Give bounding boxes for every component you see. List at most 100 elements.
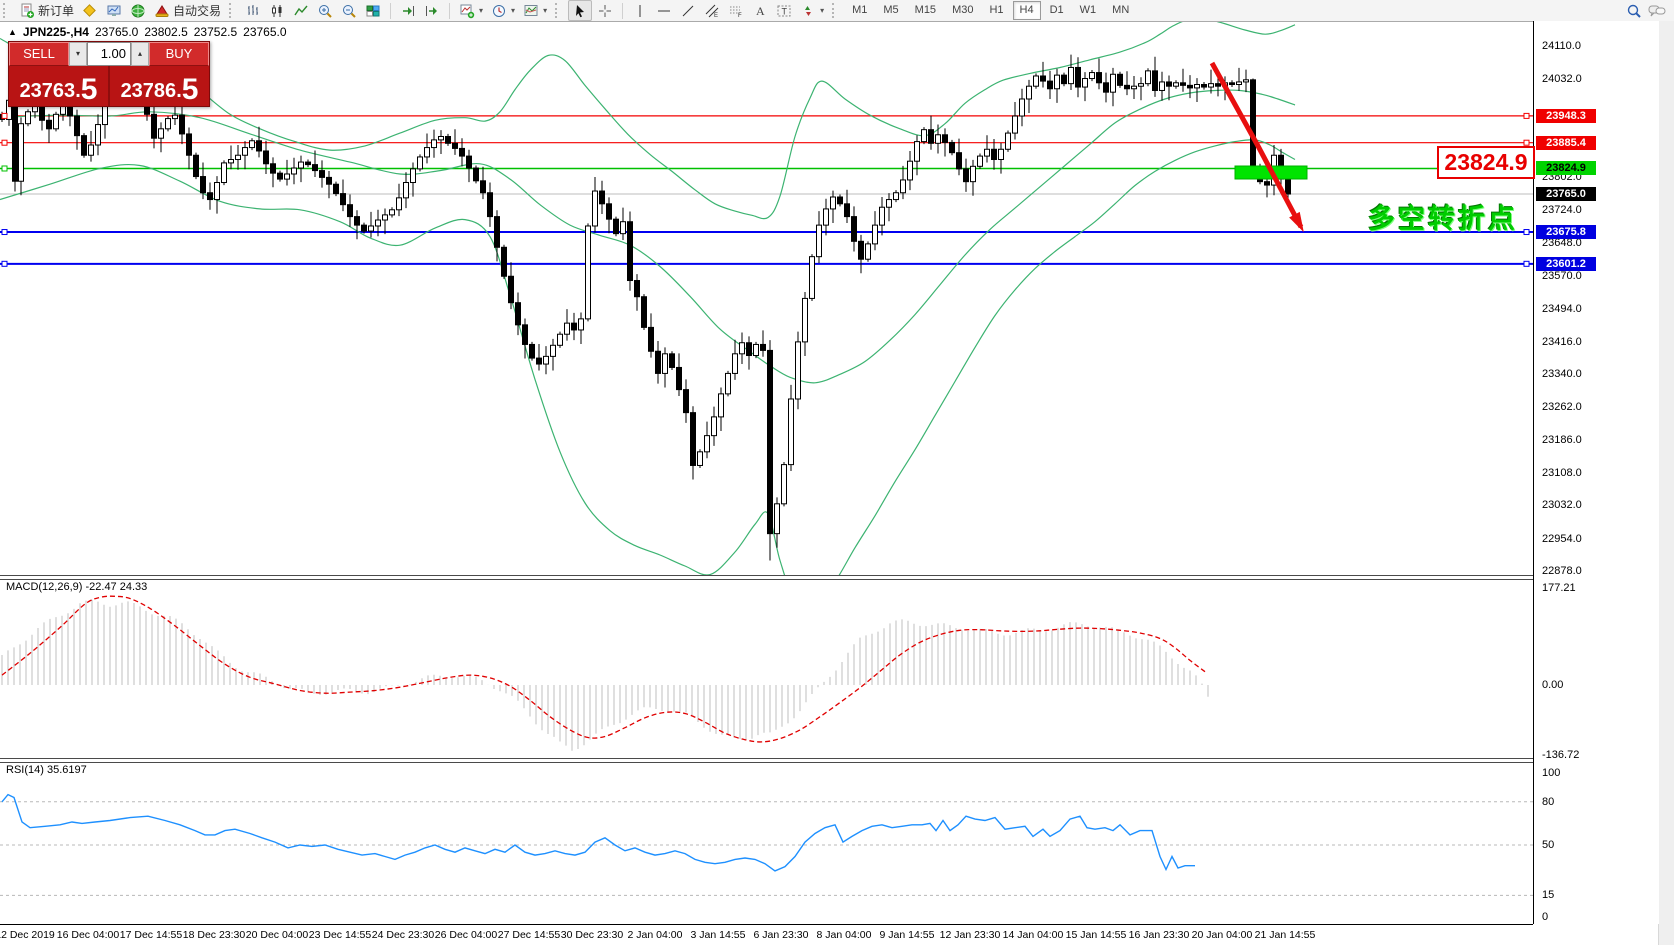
text-icon: A	[752, 3, 768, 19]
time-tick-label: 3 Jan 14:55	[691, 929, 746, 941]
candlestick-mode-button[interactable]	[266, 1, 288, 20]
price-tick-label: 23262.0	[1542, 401, 1582, 413]
timeframe-button-h4[interactable]: H4	[1013, 1, 1041, 20]
sell-price[interactable]: 23763.5	[9, 66, 108, 106]
timeframe-button-h1[interactable]: H1	[982, 1, 1010, 20]
ohlc-high: 23802.5	[144, 25, 187, 39]
arrows-tool-button[interactable]: ▾	[797, 1, 827, 20]
channel-tool-button[interactable]: E	[701, 1, 723, 20]
chevron-down-icon: ▾	[820, 6, 824, 15]
timeframe-button-mn[interactable]: MN	[1105, 1, 1136, 20]
vertical-line-tool-button[interactable]	[629, 1, 651, 20]
time-tick-label: 20 Jan 04:00	[1192, 929, 1253, 941]
volume-decrease-button[interactable]: ▾	[69, 42, 87, 66]
time-tick-label: 8 Jan 04:00	[817, 929, 872, 941]
buy-price[interactable]: 23786.5	[110, 66, 209, 106]
panel-splitter[interactable]	[0, 758, 1533, 763]
new-order-icon	[19, 3, 35, 19]
chart-shift-button[interactable]	[421, 1, 443, 20]
price-tick-label: 23186.0	[1542, 434, 1582, 446]
price-tick-label: 23108.0	[1542, 467, 1582, 479]
new-chart-icon	[459, 3, 475, 19]
turning-point-text[interactable]: 多空转折点	[1368, 197, 1518, 236]
svg-text:A: A	[756, 4, 765, 18]
cursor-tool-button[interactable]	[568, 0, 592, 21]
chevron-down-icon: ▾	[479, 6, 483, 15]
text-label-tool-button[interactable]: T	[773, 1, 795, 20]
crosshair-tool-button[interactable]	[594, 1, 616, 20]
autotrading-icon	[154, 3, 170, 19]
chart-shift-icon	[424, 3, 440, 19]
price-tick-label: 24032.0	[1542, 73, 1582, 85]
chevron-down-icon: ▾	[511, 6, 515, 15]
ohlc-close: 23765.0	[243, 25, 286, 39]
price-tick-label: 23340.0	[1542, 368, 1582, 380]
price-tick-label: 23570.0	[1542, 270, 1582, 282]
timeframe-button-m5[interactable]: M5	[876, 1, 905, 20]
timeframe-button-m30[interactable]: M30	[945, 1, 980, 20]
svg-text:T: T	[782, 6, 788, 16]
panel-splitter[interactable]	[0, 575, 1533, 580]
price-tick-label: 23724.0	[1542, 204, 1582, 216]
sell-button[interactable]: SELL	[9, 42, 69, 66]
vertical-line-icon	[632, 3, 648, 19]
price-tick-label: 23416.0	[1542, 336, 1582, 348]
chart-header: ▲ JPN225-,H4 23765.0 23802.5 23752.5 237…	[8, 25, 287, 39]
timeframe-button-m1[interactable]: M1	[845, 1, 874, 20]
text-label-icon: T	[776, 3, 792, 19]
new-order-label: 新订单	[38, 2, 74, 19]
rsi-label: RSI(14) 35.6197	[6, 764, 87, 776]
trendline-tool-button[interactable]	[677, 1, 699, 20]
timeframe-button-w1[interactable]: W1	[1073, 1, 1104, 20]
macd-tick-label: 0.00	[1542, 679, 1563, 691]
chat-icon[interactable]	[1648, 3, 1666, 19]
trading-platform-window: 新订单 自动交易	[0, 0, 1674, 945]
time-tick-label: 30 Dec 23:30	[561, 929, 623, 941]
toolbar-grip[interactable]	[832, 3, 840, 18]
new-order-button[interactable]: 新订单	[16, 1, 77, 20]
volume-increase-button[interactable]: ▴	[131, 42, 149, 66]
tile-windows-button[interactable]	[362, 1, 384, 20]
search-icon[interactable]	[1626, 3, 1642, 19]
price-level-badge: 23765.0	[1536, 187, 1596, 201]
zoom-in-button[interactable]	[314, 1, 336, 20]
buy-button[interactable]: BUY	[149, 42, 209, 66]
market-watch-button[interactable]	[103, 1, 125, 20]
toolbar-grip[interactable]	[555, 3, 563, 18]
timeframe-button-d1[interactable]: D1	[1043, 1, 1071, 20]
equidistant-channel-icon: E	[704, 3, 720, 19]
chevron-down-icon: ▾	[543, 6, 547, 15]
price-callout-box[interactable]: 23824.9	[1437, 146, 1535, 179]
auto-scroll-button[interactable]	[397, 1, 419, 20]
chart-area[interactable]	[0, 21, 1533, 925]
text-tool-button[interactable]: A	[749, 1, 771, 20]
autotrading-button[interactable]: 自动交易	[151, 1, 224, 20]
zoom-out-button[interactable]	[338, 1, 360, 20]
auto-scroll-icon	[400, 3, 416, 19]
timeframe-button-m15[interactable]: M15	[908, 1, 943, 20]
bar-chart-mode-button[interactable]	[242, 1, 264, 20]
time-tick-label: 9 Jan 14:55	[880, 929, 935, 941]
price-level-badge: 23601.2	[1536, 257, 1596, 271]
new-chart-button[interactable]: ▾	[456, 1, 486, 20]
period-button[interactable]: ▾	[488, 1, 518, 20]
fibonacci-tool-button[interactable]: F	[725, 1, 747, 20]
navigator-button[interactable]	[127, 1, 149, 20]
profiles-icon	[82, 3, 98, 19]
macd-tick-label: -136.72	[1542, 749, 1579, 761]
time-tick-label: 16 Dec 04:00	[57, 929, 119, 941]
horizontal-line-tool-button[interactable]	[653, 1, 675, 20]
chart-symbol-period: JPN225-,H4	[23, 25, 89, 39]
price-level-badge: 23675.8	[1536, 225, 1596, 239]
price-tick-label: 23032.0	[1542, 499, 1582, 511]
collapse-chart-icon[interactable]: ▲	[8, 27, 17, 37]
svg-text:F: F	[738, 13, 742, 19]
toolbar-grip[interactable]	[229, 3, 237, 18]
price-axis: 24110.024032.023802.023724.023648.023570…	[1533, 21, 1659, 924]
templates-button[interactable]: ▾	[520, 1, 550, 20]
line-chart-mode-button[interactable]	[290, 1, 312, 20]
time-tick-label: 20 Dec 04:00	[246, 929, 308, 941]
toolbar-grip[interactable]	[3, 3, 11, 18]
profiles-button[interactable]	[79, 1, 101, 20]
volume-input[interactable]: 1.00	[87, 42, 131, 66]
